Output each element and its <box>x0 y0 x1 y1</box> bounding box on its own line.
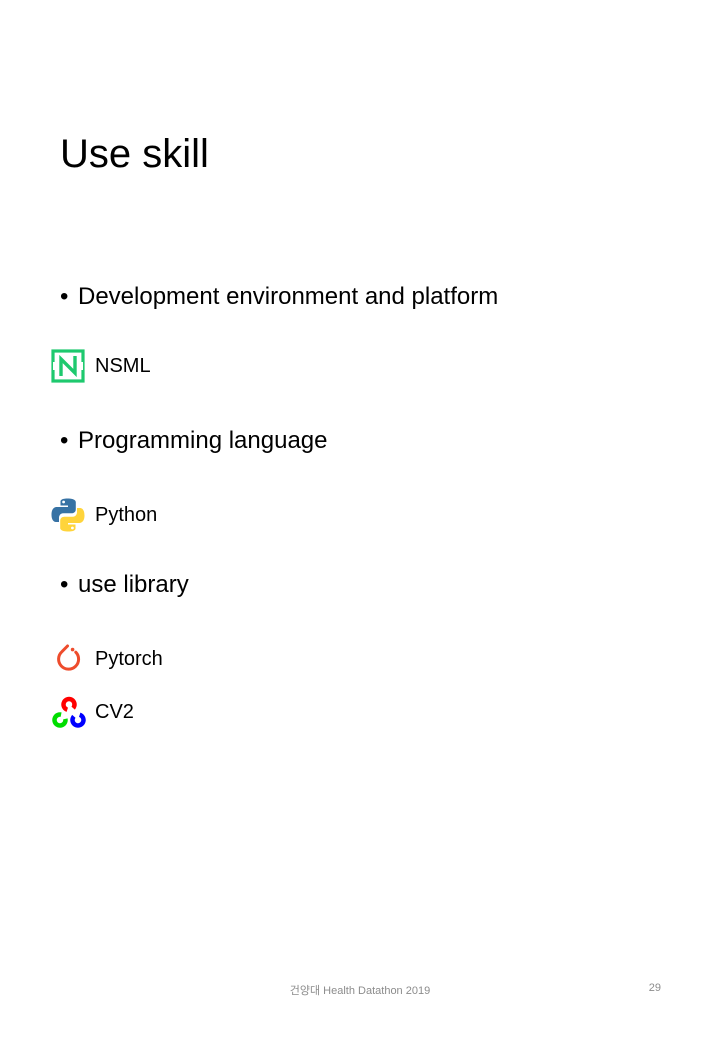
bullet-marker: • <box>60 571 69 598</box>
skill-item-pytorch: Pytorch <box>50 641 163 677</box>
pytorch-logo-icon <box>50 641 86 677</box>
skill-item-nsml: NSML <box>50 348 151 384</box>
skill-item-cv2: CV2 <box>50 696 134 744</box>
bullet-programming-language: • Programming language <box>60 425 327 457</box>
skill-label-pytorch: Pytorch <box>95 647 163 670</box>
bullet-text: Development environment and platform <box>78 283 499 310</box>
skill-label-cv2: CV2 <box>95 700 134 723</box>
opencv-logo-icon <box>50 696 86 744</box>
python-logo-icon <box>50 497 86 533</box>
slide-title: Use skill <box>60 132 209 176</box>
bullet-marker: • <box>60 283 69 310</box>
bullet-text: use library <box>78 571 189 598</box>
skill-label-nsml: NSML <box>95 354 151 377</box>
bullet-use-library: • use library <box>60 569 189 601</box>
bullet-marker: • <box>60 427 69 454</box>
bullet-text: Programming language <box>78 427 328 454</box>
slide-footer: 건양대 Health Datathon 2019 <box>289 985 431 997</box>
bullet-development-environment: • Development environment and platform <box>60 281 498 313</box>
skill-label-python: Python <box>95 503 158 526</box>
nsml-logo-icon <box>50 348 86 384</box>
page-number: 29 <box>648 982 661 994</box>
slide: Use skill • Development environment and p… <box>0 0 720 1040</box>
skill-item-python: Python <box>50 497 157 533</box>
